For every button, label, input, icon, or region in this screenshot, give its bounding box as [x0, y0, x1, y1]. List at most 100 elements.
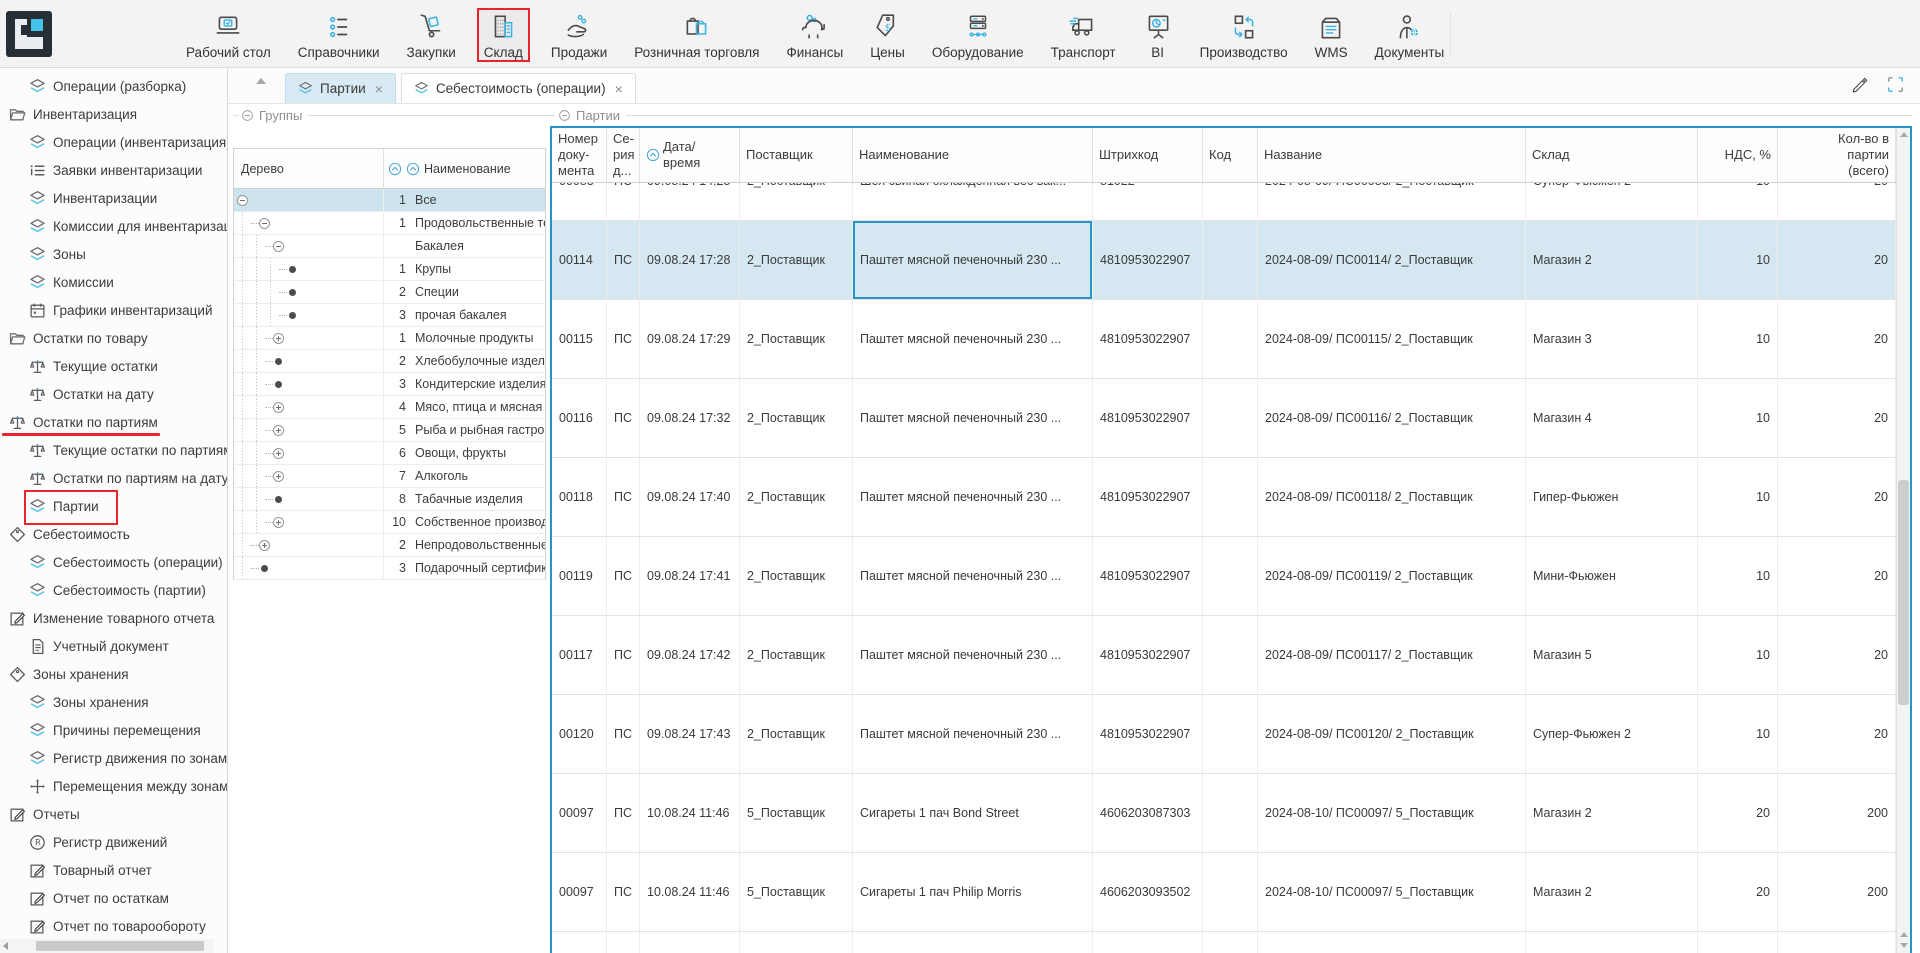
tree-cell[interactable]	[234, 327, 384, 349]
menu-item[interactable]: Закупки	[401, 8, 462, 62]
tree-node-icon[interactable]	[273, 425, 284, 436]
sidebar-item[interactable]: Себестоимость (операции)	[0, 548, 227, 576]
sidebar-item[interactable]: Остатки на дату	[0, 380, 227, 408]
tree-node-icon[interactable]	[273, 402, 284, 413]
edit-form-icon[interactable]	[1850, 74, 1871, 95]
collapse-icon[interactable]	[558, 109, 571, 122]
cell-item[interactable]: Паштет мясной печеночный 230 ...	[853, 695, 1093, 773]
column-header-store[interactable]: Склад	[1526, 128, 1698, 182]
scrollbar-thumb[interactable]	[1898, 480, 1909, 705]
party-row[interactable]: 00114 ПС 09.08.24 17:28 2_Поставщик Пашт…	[552, 221, 1896, 300]
party-row[interactable]: 00118 ПС 09.08.24 17:40 2_Поставщик Пашт…	[552, 458, 1896, 537]
fullscreen-icon[interactable]	[1885, 74, 1906, 95]
cell-item[interactable]: Паштет мясной печеночный 230 ...	[853, 300, 1093, 378]
column-header-datetime[interactable]: Дата/ время	[640, 128, 740, 182]
column-header-docnum[interactable]: Номер доку- мента	[552, 128, 607, 182]
group-row[interactable]: 2 Хлебобулочные изделия	[234, 350, 545, 373]
scroll-up-icon[interactable]	[1900, 132, 1908, 137]
party-row[interactable]: 00097 ПС 10.08.24 11:46 5_Поставщик Сига…	[552, 774, 1896, 853]
tree-cell[interactable]	[234, 373, 384, 395]
sidebar-item[interactable]: Регистр движения по зонам	[0, 744, 227, 772]
party-row[interactable]: 00115 ПС 09.08.24 17:29 2_Поставщик Пашт…	[552, 300, 1896, 379]
close-icon[interactable]: ×	[375, 81, 383, 97]
sidebar-item[interactable]: Комиссии	[0, 268, 227, 296]
sidebar-item[interactable]: Инвентаризация	[0, 100, 227, 128]
tree-node-icon[interactable]	[273, 241, 284, 252]
group-row[interactable]: 4 Мясо, птица и мясная га...	[234, 396, 545, 419]
tree-cell[interactable]	[234, 258, 384, 280]
party-row[interactable]: 00119 ПС 09.08.24 17:41 2_Поставщик Пашт…	[552, 537, 1896, 616]
scroll-up-icon[interactable]	[1900, 932, 1908, 937]
sidebar-item[interactable]: Товарный отчет	[0, 856, 227, 884]
tree-node-icon[interactable]	[273, 517, 284, 528]
tab[interactable]: Себестоимость (операции) ×	[401, 73, 636, 103]
sidebar-item[interactable]: Себестоимость (партии)	[0, 576, 227, 604]
sidebar-item[interactable]: Остатки по товару	[0, 324, 227, 352]
scroll-up-icon[interactable]	[256, 78, 266, 84]
menu-item[interactable]: Цены	[864, 8, 911, 62]
tree-cell[interactable]	[234, 235, 384, 257]
collapse-icon[interactable]	[241, 109, 254, 122]
group-row[interactable]: 1 Продовольственные тов...	[234, 212, 545, 235]
tree-cell[interactable]	[234, 465, 384, 487]
party-row[interactable]: 00120 ПС 09.08.24 17:43 2_Поставщик Пашт…	[552, 695, 1896, 774]
tree-cell[interactable]	[234, 281, 384, 303]
group-row[interactable]: Бакалея	[234, 235, 545, 258]
sidebar-item[interactable]: Заявки инвентаризации	[0, 156, 227, 184]
column-header-qty[interactable]: Кол-во в партии (всего)	[1778, 128, 1896, 182]
menu-item[interactable]: Транспорт	[1045, 8, 1122, 62]
cell-item[interactable]: Паштет мясной печеночный 230 ...	[853, 616, 1093, 694]
sidebar-item[interactable]: Отчет по остаткам	[0, 884, 227, 912]
sidebar-item[interactable]: Перемещения между зонами	[0, 772, 227, 800]
column-header-tree[interactable]: Дерево	[234, 149, 384, 188]
sidebar-item[interactable]: Отчеты	[0, 800, 227, 828]
menu-item[interactable]: Финансы	[781, 8, 850, 62]
sidebar-item[interactable]: Остатки по партиям на дату	[0, 464, 227, 492]
cell-item[interactable]: Паштет мясной печеночный 230 ...	[853, 458, 1093, 536]
sort-asc-icon[interactable]	[406, 162, 420, 176]
tree-node-icon[interactable]	[273, 448, 284, 459]
menu-item[interactable]: Рабочий стол	[180, 8, 277, 62]
group-row[interactable]: 3 Подарочный сертификаты	[234, 557, 545, 580]
column-header-series[interactable]: Се- рия д...	[607, 128, 640, 182]
group-row[interactable]: 7 Алкоголь	[234, 465, 545, 488]
tree-cell[interactable]	[234, 350, 384, 372]
scroll-left-icon[interactable]	[3, 942, 8, 950]
sidebar-item[interactable]: Текущие остатки по партиям	[0, 436, 227, 464]
cell-item[interactable]: Паштет мясной печеночный 230 ...	[853, 379, 1093, 457]
tree-cell[interactable]	[234, 189, 384, 211]
tree-cell[interactable]	[234, 488, 384, 510]
column-header-item[interactable]: Наименование	[853, 128, 1093, 182]
cell-item[interactable]: Сигареты 1 пач Bond Street	[853, 774, 1093, 852]
sidebar-item[interactable]: Учетный документ	[0, 632, 227, 660]
tree-cell[interactable]	[234, 419, 384, 441]
tree-node-icon[interactable]	[259, 540, 270, 551]
group-row[interactable]: 1 Крупы	[234, 258, 545, 281]
group-row[interactable]: 10 Собственное производс...	[234, 511, 545, 534]
party-row[interactable]: 00097 ПС 10.08.24 11:46 5_Поставщик Сига…	[552, 853, 1896, 932]
group-row[interactable]: 2 Непродовольственные т...	[234, 534, 545, 557]
tree-node-icon[interactable]	[275, 358, 282, 365]
close-icon[interactable]: ×	[615, 81, 623, 97]
sidebar-item[interactable]: Остатки по партиям	[0, 408, 227, 436]
tree-node-icon[interactable]	[275, 381, 282, 388]
group-row[interactable]: 5 Рыба и рыбная гастроно...	[234, 419, 545, 442]
sidebar-item[interactable]: Операции (разборка)	[0, 72, 227, 100]
tree-node-icon[interactable]	[273, 471, 284, 482]
party-row[interactable]: 00083 ПС 09.08.24 14:25 2_Поставщик Шея …	[552, 183, 1896, 221]
sidebar-item[interactable]: Изменение товарного отчета	[0, 604, 227, 632]
sidebar-item[interactable]: Себестоимость	[0, 520, 227, 548]
column-header-supplier[interactable]: Поставщик	[740, 128, 853, 182]
tree-cell[interactable]	[234, 511, 384, 533]
menu-item[interactable]: Документы	[1369, 8, 1451, 62]
menu-item[interactable]: WMS	[1309, 8, 1354, 62]
cell-item[interactable]: Паштет мясной печеночный 230 ...	[853, 221, 1093, 299]
menu-item[interactable]: Производство	[1194, 8, 1294, 62]
group-row[interactable]: 1 Молочные продукты	[234, 327, 545, 350]
sidebar-item[interactable]: Зоны хранения	[0, 688, 227, 716]
app-logo[interactable]	[6, 11, 52, 57]
sidebar-item[interactable]: Зоны	[0, 240, 227, 268]
tree-cell[interactable]	[234, 557, 384, 579]
parties-vscrollbar[interactable]	[1896, 128, 1910, 953]
tree-node-icon[interactable]	[273, 333, 284, 344]
